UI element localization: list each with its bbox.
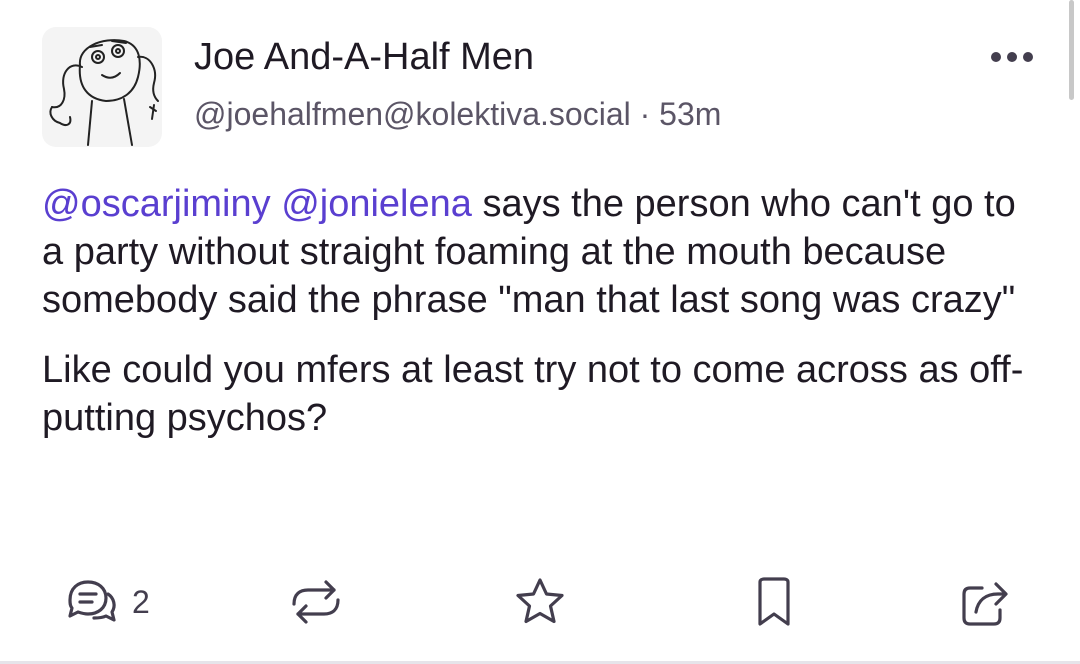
bookmark-button[interactable] [752,572,796,632]
share-button[interactable] [956,572,1016,632]
avatar-doodle-icon [49,39,159,146]
reply-count: 2 [132,583,150,620]
bookmark-icon [758,577,790,626]
mention-link[interactable]: @oscarjiminy [42,183,271,225]
post-actions: 2 [0,572,1080,632]
favourite-button[interactable] [512,572,568,632]
reply-button[interactable]: 2 [64,572,150,632]
boost-icon [292,580,340,624]
more-options-button[interactable] [988,40,1036,74]
post-content: @oscarjiminy @jonielena says the person … [42,180,1042,464]
post-paragraph-2: Like could you mfers at least try not to… [42,349,1024,439]
post-time[interactable]: 53m [659,96,721,132]
reply-icon [68,580,116,622]
avatar[interactable] [42,27,162,147]
more-icon [991,52,1033,62]
favourite-icon [516,578,564,624]
share-icon [962,582,1008,626]
account-line: @joehalfmen@kolektiva.social · 53m [194,96,721,133]
post-paragraph-1: @oscarjiminy @jonielena says the person … [42,180,1042,324]
mention-link[interactable]: @jonielena [281,183,472,225]
display-name[interactable]: Joe And-A-Half Men [194,36,534,79]
boost-button[interactable] [288,572,344,632]
scrollbar[interactable] [1069,0,1074,100]
account-handle[interactable]: @joehalfmen@kolektiva.social [194,96,631,132]
separator: · [630,96,660,132]
